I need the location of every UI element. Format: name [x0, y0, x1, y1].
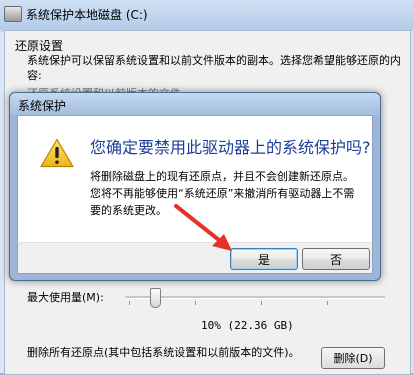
no-button[interactable]: 否	[302, 248, 370, 270]
dialog-question: 您确定要禁用此驱动器上的系统保护吗?	[90, 138, 371, 157]
max-usage-value: 10% (22.36 GB)	[201, 319, 294, 332]
dialog-titlebar: 系统保护	[10, 93, 380, 115]
dialog-title: 系统保护	[18, 99, 67, 113]
drive-icon	[4, 6, 22, 22]
yes-button[interactable]: 是	[230, 248, 298, 270]
max-usage-slider-thumb[interactable]	[150, 288, 161, 308]
warning-icon	[40, 138, 74, 168]
parent-titlebar: 系统保护本地磁盘 (C:)	[0, 0, 413, 28]
restore-settings-description: 系统保护可以保留系统设置和以前文件版本的副本。选择您希望能够还原的内容:	[27, 54, 401, 82]
max-usage-slider-track[interactable]	[125, 296, 385, 299]
slider-tick	[129, 301, 130, 305]
dialog-content: 您确定要禁用此驱动器上的系统保护吗? 将删除磁盘上的现有还原点，并且不会创建新还…	[17, 115, 373, 244]
parent-window-title: 系统保护本地磁盘 (C:)	[26, 8, 148, 22]
slider-tick	[327, 301, 328, 305]
dialog-body-text: 将删除磁盘上的现有还原点，并且不会创建新还原点。您将不再能够使用“系统还原”来撤…	[90, 170, 355, 217]
dialog-footer: 是 否	[17, 242, 373, 274]
system-protection-dialog: 系统保护 您确定要禁用此驱动器上的系统保护吗? 将删除磁盘上的现有还原点，并且不…	[9, 92, 381, 281]
slider-tick	[261, 301, 262, 305]
slider-tick	[195, 301, 196, 305]
max-usage-label: 最大使用量(M):	[27, 291, 104, 304]
delete-restore-points-description: 删除所有还原点(其中包括系统设置和以前版本的文件)。	[27, 346, 300, 359]
delete-button[interactable]: 删除(D)	[321, 347, 385, 369]
restore-settings-group-title: 还原设置	[15, 39, 64, 53]
